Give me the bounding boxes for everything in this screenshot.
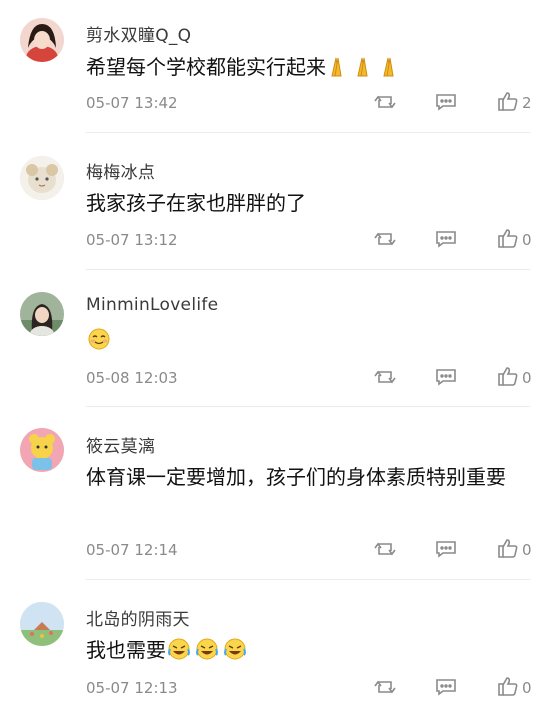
username[interactable]: MinminLovelife — [86, 295, 218, 315]
repost-icon[interactable] — [374, 368, 396, 386]
avatar[interactable] — [20, 602, 64, 646]
username[interactable]: 北岛的阴雨天 — [86, 605, 190, 630]
comment-time: 05-07 13:42 — [86, 94, 178, 112]
divider — [86, 132, 530, 133]
divider — [86, 579, 530, 580]
comment-icon[interactable] — [435, 678, 457, 696]
divider — [86, 406, 530, 407]
avatar[interactable] — [20, 18, 64, 62]
username[interactable]: 梅梅冰点 — [86, 158, 155, 183]
comment-icon[interactable] — [435, 230, 457, 248]
comment-icon[interactable] — [435, 93, 457, 111]
like-count: 0 — [522, 369, 532, 387]
username[interactable]: 筱云莫漓 — [86, 432, 155, 457]
smile-emoji — [87, 327, 111, 361]
comment-text: 我家孩子在家也胖胖的了 — [86, 191, 306, 215]
repost-icon[interactable] — [374, 93, 396, 111]
comment-text-body: 希望每个学校都能实行起来 — [86, 55, 326, 79]
comment-time: 05-07 13:12 — [86, 231, 178, 249]
like-count: 0 — [522, 679, 532, 697]
avatar[interactable] — [20, 292, 64, 336]
comment-text: 希望每个学校都能实行起来 — [86, 50, 526, 88]
comment-text: 体育课一定要增加，孩子们的身体素质特别重要 — [86, 465, 506, 489]
comment-text — [86, 323, 526, 361]
comment-icon[interactable] — [435, 368, 457, 386]
thumbs-up-icon[interactable] — [497, 538, 519, 558]
like-count: 2 — [522, 94, 532, 112]
repost-icon[interactable] — [374, 540, 396, 558]
thumbs-up-icon[interactable] — [497, 228, 519, 248]
comment-text-body: 我也需要 — [86, 638, 166, 662]
pray-emoji — [327, 54, 405, 88]
username[interactable]: 剪水双瞳Q_Q — [86, 21, 191, 46]
comment-time: 05-07 12:13 — [86, 679, 178, 697]
like-count: 0 — [522, 231, 532, 249]
repost-icon[interactable] — [374, 230, 396, 248]
comment-text: 我也需要 — [86, 633, 526, 671]
thumbs-up-icon[interactable] — [497, 676, 519, 696]
thumbs-up-icon[interactable] — [497, 91, 519, 111]
avatar[interactable] — [20, 156, 64, 200]
comment-time: 05-08 12:03 — [86, 369, 178, 387]
divider — [86, 269, 530, 270]
avatar[interactable] — [20, 428, 64, 472]
repost-icon[interactable] — [374, 678, 396, 696]
comment-time: 05-07 12:14 — [86, 541, 178, 559]
like-count: 0 — [522, 541, 532, 559]
thumbs-up-icon[interactable] — [497, 366, 519, 386]
comment-icon[interactable] — [435, 540, 457, 558]
laugh-cry-emoji — [167, 637, 247, 671]
